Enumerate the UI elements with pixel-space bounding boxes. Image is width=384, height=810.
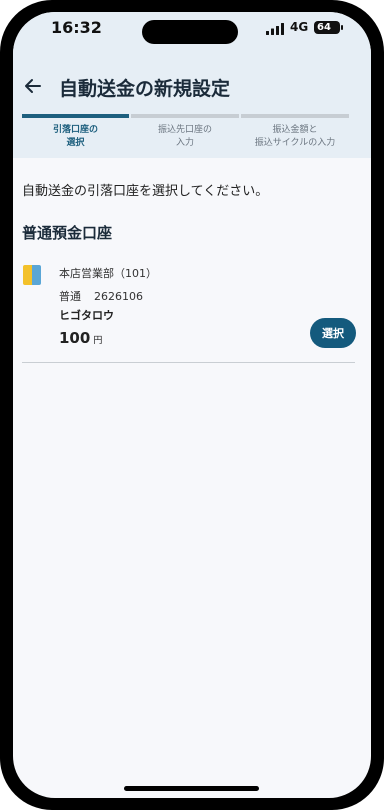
dynamic-island [142, 20, 238, 44]
step-label: 振込先口座の 入力 [157, 125, 212, 148]
balance-amount: 100 [59, 329, 91, 347]
step-label: 振込金額と 振込サイクルの入力 [254, 125, 336, 148]
account-card: 本店営業部（101） 普通 2626106 ヒゴタロウ 100 円 選択 [22, 262, 356, 363]
step-indicator-bar [241, 114, 349, 118]
progress-stepper: 引落口座の 選択 振込先口座の 入力 振込金額と 振込サイクルの入力 [13, 114, 371, 158]
divider [22, 362, 355, 363]
bank-card-icon [23, 265, 41, 285]
step-indicator-bar [22, 114, 129, 118]
step-enter-payee-account: 振込先口座の 入力 [131, 114, 239, 158]
account-balance: 100 円 [59, 328, 102, 347]
arrow-left-icon[interactable] [23, 76, 43, 96]
account-holder: ヒゴタロウ [59, 309, 114, 322]
header-area: 16:32 4G 64 自動送金の新規設定 引落口座の 選択 振込先口座の 入力… [13, 12, 371, 158]
account-type: 普通 [59, 290, 81, 303]
balance-unit: 円 [93, 336, 103, 346]
account-number: 2626106 [94, 290, 143, 303]
account-type-number: 普通 2626106 [59, 288, 143, 304]
battery-tip [341, 25, 343, 30]
step-label: 引落口座の 選択 [52, 125, 98, 148]
battery-icon: 64 [314, 21, 340, 34]
network-label: 4G [290, 20, 309, 34]
status-time: 16:32 [51, 18, 102, 37]
phone-frame: 16:32 4G 64 自動送金の新規設定 引落口座の 選択 振込先口座の 入力… [0, 0, 384, 810]
page-title: 自動送金の新規設定 [59, 78, 231, 100]
status-bar: 16:32 4G 64 [13, 12, 371, 52]
screen: 16:32 4G 64 自動送金の新規設定 引落口座の 選択 振込先口座の 入力… [13, 12, 371, 798]
instruction-text: 自動送金の引落口座を選択してください。 [22, 184, 269, 199]
signal-icon [266, 23, 284, 35]
section-heading: 普通預金口座 [22, 224, 113, 242]
home-indicator[interactable] [124, 786, 259, 791]
branch-name: 本店営業部（101） [59, 267, 157, 280]
select-button[interactable]: 選択 [310, 318, 356, 348]
step-select-debit-account: 引落口座の 選択 [22, 114, 129, 158]
step-enter-amount-cycle: 振込金額と 振込サイクルの入力 [241, 114, 349, 158]
step-indicator-bar [131, 114, 239, 118]
